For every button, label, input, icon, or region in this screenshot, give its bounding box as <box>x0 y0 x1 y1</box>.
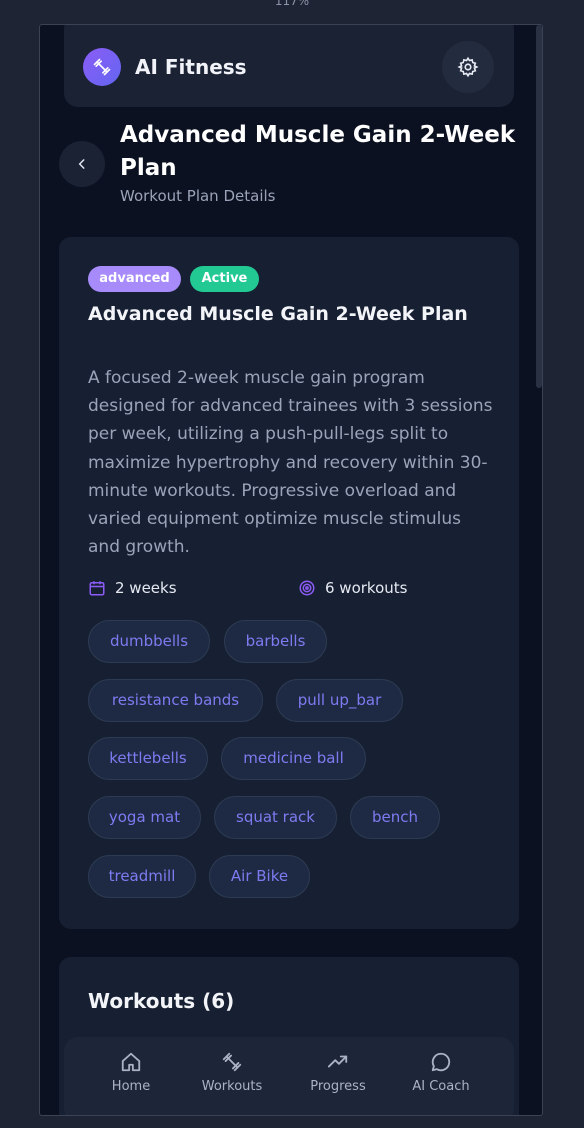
workouts-meta: 6 workouts <box>298 579 407 597</box>
app-brand: AI Fitness <box>135 55 247 79</box>
page-subtitle: Workout Plan Details <box>120 187 276 205</box>
chevron-left-icon <box>78 159 85 169</box>
status-badge: Active <box>190 266 259 292</box>
plan-title: Advanced Muscle Gain 2-Week Plan <box>88 303 468 325</box>
nav-item-workouts[interactable]: Workouts <box>187 1051 277 1094</box>
equipment-chip: treadmill <box>88 855 196 898</box>
equipment-chip: squat rack <box>214 796 337 839</box>
trending-up-icon <box>327 1055 348 1068</box>
plan-description: A focused 2-week muscle gain program des… <box>88 368 493 558</box>
equipment-chip: resistance bands <box>88 679 263 722</box>
equipment-chip: dumbbells <box>88 620 210 663</box>
dumbbell-icon <box>222 1052 242 1072</box>
nav-label-ai-coach: AI Coach <box>412 1079 470 1094</box>
duration-text: 2 weeks <box>115 579 177 597</box>
calendar-icon <box>89 581 105 596</box>
level-badge: advanced <box>88 266 181 292</box>
home-icon <box>121 1052 141 1072</box>
nav-label-home: Home <box>111 1079 151 1094</box>
bottom-nav: Home Workouts Progress AI Coach <box>64 1037 514 1115</box>
scrollbar[interactable] <box>536 25 542 388</box>
dumbbell-icon <box>83 48 121 86</box>
nav-item-home[interactable]: Home <box>86 1051 176 1094</box>
nav-label-progress: Progress <box>310 1079 366 1094</box>
app-viewport: AI Fitness Advanced Muscle Gain 2-Week P… <box>39 24 543 1116</box>
nav-item-progress[interactable]: Progress <box>293 1051 383 1094</box>
target-icon <box>299 580 315 596</box>
nav-item-ai-coach[interactable]: AI Coach <box>396 1051 486 1094</box>
equipment-chip: medicine ball <box>221 737 366 780</box>
workouts-section-title: Workouts (6) <box>88 989 235 1013</box>
plan-card: advanced Active Advanced Muscle Gain 2-W… <box>59 237 519 929</box>
nav-label-workouts: Workouts <box>201 1079 263 1094</box>
equipment-chip: barbells <box>224 620 327 663</box>
settings-button[interactable] <box>442 41 494 93</box>
gear-icon <box>457 56 479 78</box>
app-header: AI Fitness <box>64 25 514 107</box>
workouts-count-text: 6 workouts <box>325 579 408 597</box>
chat-bubble-icon <box>431 1052 451 1072</box>
equipment-chip: kettlebells <box>88 737 208 780</box>
page-title: Advanced Muscle Gain 2-Week Plan <box>120 122 516 181</box>
equipment-chip: Air Bike <box>209 855 310 898</box>
equipment-chip: bench <box>350 796 440 839</box>
equipment-chip: yoga mat <box>88 796 201 839</box>
zoom-level: 117% <box>274 0 310 8</box>
duration-meta: 2 weeks <box>88 579 177 597</box>
equipment-chip: pull up_bar <box>276 679 403 722</box>
back-button[interactable] <box>59 141 105 187</box>
